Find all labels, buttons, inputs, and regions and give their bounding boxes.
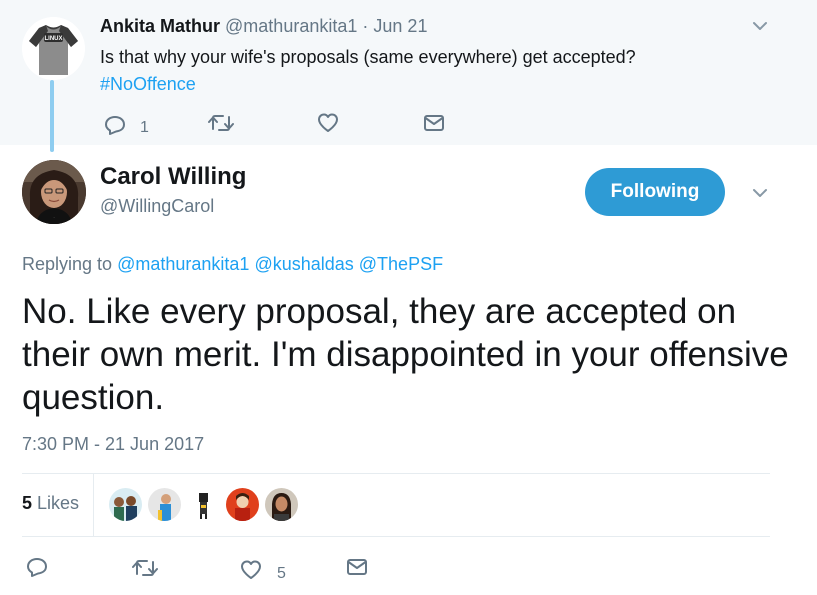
parent-tweet-header: Ankita Mathur @mathurankita1 · Jun 21: [100, 16, 427, 37]
parent-author-name[interactable]: Ankita Mathur: [100, 16, 220, 36]
header-separator: ·: [362, 16, 369, 36]
parent-tweet-body: Is that why your wife's proposals (same …: [100, 47, 636, 67]
mention-link[interactable]: @ThePSF: [359, 254, 443, 274]
replying-to-line: Replying to @mathurankita1 @kushaldas @T…: [22, 254, 443, 275]
stats-divider: [93, 474, 94, 536]
following-button[interactable]: Following: [585, 168, 725, 216]
parent-tweet[interactable]: LINUX Ankita Mathur @mathurankita1 · Jun…: [0, 0, 817, 152]
reply-count: 1: [140, 119, 149, 136]
likes-stat[interactable]: 5 Likes: [22, 493, 79, 514]
dm-action[interactable]: [346, 558, 368, 576]
parent-tweet-date[interactable]: Jun 21: [373, 16, 427, 36]
parent-tweet-text: Is that why your wife's proposals (same …: [100, 44, 780, 98]
divider: [22, 536, 770, 537]
main-tweet-text: No. Like every proposal, they are accept…: [22, 292, 789, 417]
dm-action[interactable]: [423, 114, 445, 132]
retweet-action[interactable]: [208, 114, 234, 132]
main-author-handle[interactable]: @WillingCarol: [100, 196, 214, 217]
avatar-ankita-mathur[interactable]: LINUX: [22, 17, 85, 80]
retweet-icon: [132, 560, 158, 576]
dm-envelope-icon: [347, 559, 367, 575]
liker-avatar[interactable]: [187, 488, 220, 521]
likes-label: Likes: [37, 493, 80, 513]
like-action[interactable]: 5: [240, 557, 286, 583]
reply-icon: [105, 116, 125, 135]
heart-icon: [241, 560, 261, 579]
liker-avatar[interactable]: [265, 488, 298, 521]
liker-avatar[interactable]: [226, 488, 259, 521]
main-author-name[interactable]: Carol Willing: [100, 163, 246, 191]
mention-link[interactable]: @mathurankita1: [117, 254, 249, 274]
chevron-down-icon[interactable]: [751, 17, 769, 35]
reply-icon: [27, 558, 47, 577]
svg-text:.: .: [53, 214, 54, 219]
hashtag-link[interactable]: #NoOffence: [100, 74, 196, 94]
replying-to-label: Replying to: [22, 254, 113, 274]
retweet-icon: [208, 115, 234, 131]
like-count: 5: [277, 565, 286, 582]
like-action[interactable]: [317, 113, 339, 133]
mention-link[interactable]: @kushaldas: [254, 254, 353, 274]
dm-envelope-icon: [424, 115, 444, 131]
tweet-timestamp[interactable]: 7:30 PM - 21 Jun 2017: [22, 434, 204, 455]
divider: [22, 473, 770, 474]
reply-action[interactable]: 1: [104, 113, 149, 137]
chevron-down-icon[interactable]: [751, 184, 769, 202]
avatar-carol-willing[interactable]: .: [22, 160, 86, 224]
parent-author-handle[interactable]: @mathurankita1: [225, 16, 357, 36]
liker-avatar[interactable]: [148, 488, 181, 521]
retweet-action[interactable]: [132, 559, 158, 577]
tshirt-logo-text: LINUX: [45, 36, 63, 42]
liker-avatar[interactable]: [109, 488, 142, 521]
reply-action[interactable]: [26, 557, 48, 577]
thread-connector-line: [50, 80, 54, 152]
heart-icon: [318, 113, 338, 132]
likes-count: 5: [22, 493, 33, 513]
